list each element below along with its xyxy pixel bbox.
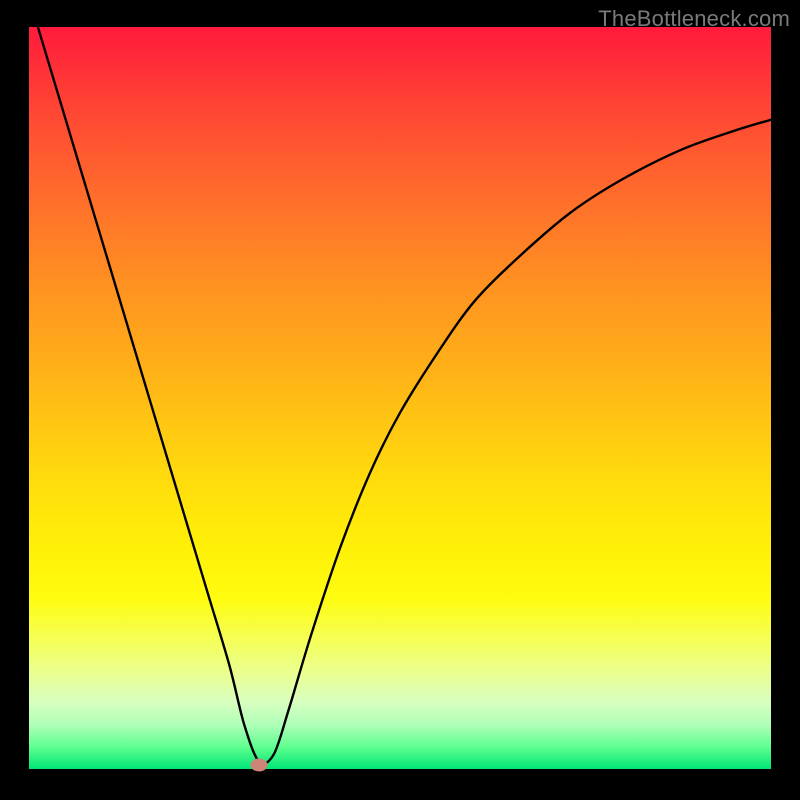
plot-area [29,27,771,769]
minimum-marker [251,759,268,772]
bottleneck-curve [29,0,771,764]
chart-container: { "watermark": "TheBottleneck.com", "cha… [0,0,800,800]
curve-svg [29,27,771,769]
